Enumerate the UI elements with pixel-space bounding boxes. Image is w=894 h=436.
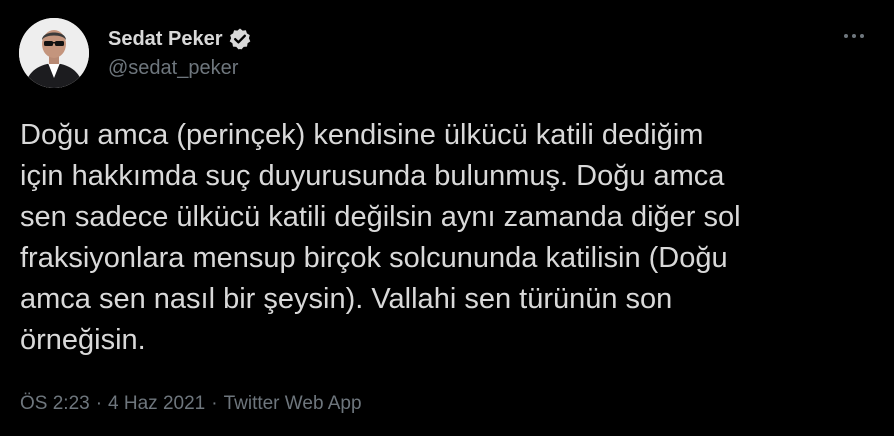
tweet-time[interactable]: ÖS 2:23 (20, 393, 90, 415)
tweet-meta: ÖS 2:23 · 4 Haz 2021 · Twitter Web App (20, 393, 362, 415)
author-block: Sedat Peker @sedat_peker (108, 26, 252, 80)
display-name[interactable]: Sedat Peker (108, 28, 223, 51)
name-row: Sedat Peker (108, 26, 252, 52)
avatar[interactable] (19, 18, 89, 88)
meta-separator: · (95, 393, 103, 414)
meta-separator: · (211, 393, 218, 414)
more-dots-icon[interactable] (838, 24, 870, 48)
tweet-source[interactable]: Twitter Web App (224, 393, 362, 415)
tweet-date[interactable]: 4 Haz 2021 (108, 393, 205, 415)
tweet-text: Doğu amca (perinçek) kendisine ülkücü ka… (20, 119, 741, 356)
profile-photo (19, 18, 89, 88)
verified-badge-icon (228, 27, 252, 51)
author-handle[interactable]: @sedat_peker (108, 57, 252, 80)
tweet-card: Sedat Peker @sedat_peker Doğu amca (peri… (0, 0, 894, 436)
